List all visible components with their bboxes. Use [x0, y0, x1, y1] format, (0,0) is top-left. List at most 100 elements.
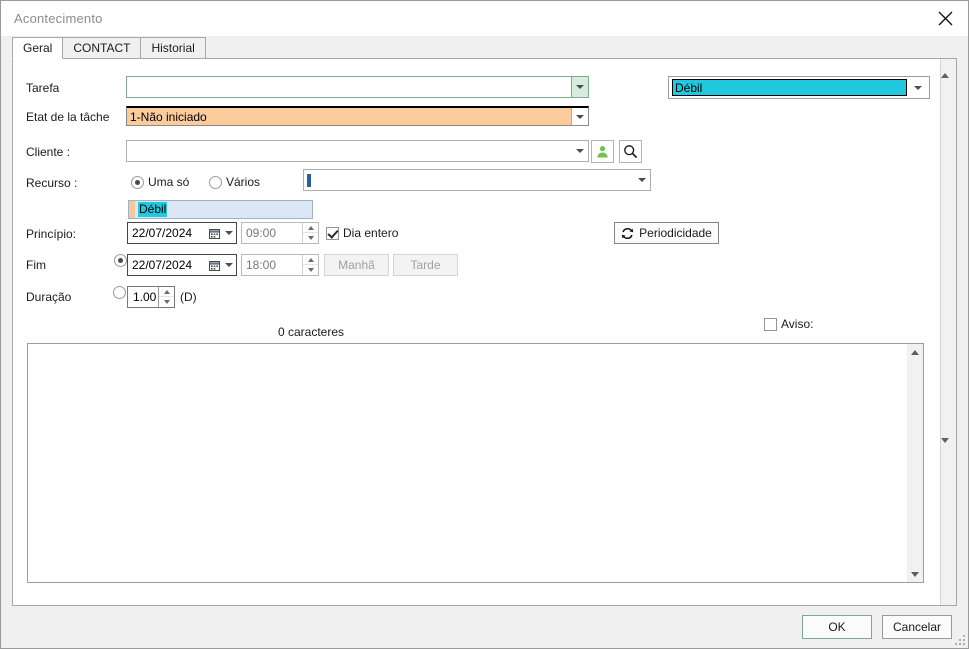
- estado-dropdown-icon[interactable]: [571, 108, 588, 125]
- chevron-down-icon: [911, 571, 919, 577]
- fim-time-input[interactable]: 18:00: [241, 254, 319, 276]
- dialog-scroll-down-button[interactable]: [941, 438, 956, 457]
- cancel-label: Cancelar: [892, 620, 942, 634]
- prioridade-combobox[interactable]: Débil: [668, 76, 930, 99]
- tab-historial[interactable]: Historial: [140, 37, 206, 59]
- recurso-input[interactable]: [303, 169, 651, 191]
- dia-entero-checkbox[interactable]: Dia entero: [326, 226, 398, 240]
- ok-label: OK: [828, 620, 846, 634]
- spinner-down-icon[interactable]: [303, 233, 318, 243]
- dia-entero-label: Dia entero: [343, 226, 399, 240]
- dialog-scrollbar[interactable]: [940, 59, 956, 605]
- tab-geral[interactable]: Geral: [12, 37, 64, 59]
- fim-radio[interactable]: [114, 254, 127, 267]
- search-contact-button[interactable]: [619, 140, 642, 163]
- fim-date-input[interactable]: 22/07/2024: [127, 254, 237, 276]
- tarde-label: Tarde: [410, 258, 441, 272]
- recurso-autocomplete-suggestion[interactable]: Débil: [128, 200, 313, 219]
- prioridade-value: Débil: [672, 79, 907, 96]
- notes-scroll-track[interactable]: [907, 360, 923, 566]
- principio-time-value: 09:00: [246, 226, 277, 240]
- chevron-down-icon: [576, 85, 584, 89]
- radio-indicator: [209, 175, 222, 189]
- spinner-up-icon[interactable]: [159, 287, 174, 297]
- cliente-dropdown-icon[interactable]: [571, 141, 588, 161]
- fim-time-spinner[interactable]: [302, 255, 318, 275]
- spinner-up-icon[interactable]: [303, 255, 318, 265]
- cliente-combobox[interactable]: [126, 140, 589, 162]
- refresh-icon: [621, 227, 634, 239]
- triangle-up-icon: [307, 225, 314, 230]
- recurso-dropdown-icon[interactable]: [633, 170, 650, 190]
- tarefa-dropdown-icon[interactable]: [571, 77, 588, 97]
- chevron-down-icon: [575, 149, 584, 153]
- notes-value[interactable]: [28, 344, 907, 582]
- scroll-down-button[interactable]: [907, 566, 923, 582]
- estado-combobox[interactable]: 1-Não iniciado: [126, 106, 589, 126]
- chevron-down-icon: [225, 231, 233, 235]
- duracao-radio[interactable]: [113, 286, 126, 299]
- chevron-down-icon: [225, 263, 233, 267]
- triangle-up-icon: [163, 289, 170, 294]
- chevron-down-icon: [914, 85, 922, 90]
- aviso-checkbox[interactable]: Aviso:: [764, 317, 813, 331]
- ok-button[interactable]: OK: [802, 615, 872, 639]
- recurso-radio-uma-so[interactable]: Uma só: [131, 175, 189, 189]
- character-counter: 0 caracteres: [278, 325, 345, 339]
- recurso-label: Recurso :: [26, 176, 78, 190]
- calendar-glyph: [208, 260, 220, 271]
- principio-time-input[interactable]: 09:00: [241, 222, 319, 244]
- triangle-up-icon: [307, 257, 314, 262]
- dialog-scroll-track[interactable]: [941, 73, 956, 443]
- recurso-radio-varios[interactable]: Vários: [209, 175, 260, 189]
- duracao-value: 1.00: [133, 290, 157, 304]
- close-icon[interactable]: [922, 1, 968, 35]
- fim-date-dropdown-icon[interactable]: [222, 255, 236, 275]
- tarde-button[interactable]: Tarde: [393, 254, 458, 276]
- tarefa-label: Tarefa: [26, 81, 60, 95]
- tarefa-combobox[interactable]: [126, 76, 589, 98]
- periodicidade-label: Periodicidade: [639, 226, 712, 240]
- chevron-up-icon: [911, 349, 919, 355]
- notes-scrollbar[interactable]: [907, 344, 923, 582]
- recurso-varios-label: Vários: [226, 175, 261, 189]
- resize-grip-icon[interactable]: [953, 633, 965, 645]
- title-bar: Acontecimento: [1, 1, 968, 36]
- recurso-value: [304, 173, 633, 188]
- estado-label: Etat de la tâche: [26, 110, 110, 124]
- scroll-up-button[interactable]: [907, 344, 923, 360]
- spinner-down-icon[interactable]: [303, 265, 318, 275]
- principio-date-input[interactable]: 22/07/2024: [127, 222, 237, 244]
- select-contact-button[interactable]: [591, 140, 614, 163]
- cancel-button[interactable]: Cancelar: [882, 615, 952, 639]
- periodicidade-button[interactable]: Periodicidade: [614, 222, 719, 244]
- calendar-icon[interactable]: [206, 228, 222, 239]
- cliente-label: Cliente :: [26, 145, 71, 159]
- prioridade-dropdown-icon[interactable]: [907, 77, 929, 98]
- dialog-window: Acontecimento Geral CONTACT Historial Ta…: [0, 0, 969, 649]
- principio-date-value: 22/07/2024: [132, 226, 193, 240]
- dialog-footer: OK Cancelar: [1, 606, 968, 648]
- notes-textarea[interactable]: [27, 343, 924, 583]
- chevron-down-icon: [941, 438, 949, 457]
- duracao-stepper[interactable]: 1.00: [127, 286, 175, 308]
- suggestion-text: Débil: [138, 202, 168, 217]
- triangle-down-icon: [163, 300, 170, 304]
- tab-panel-geral: Tarefa Débil Etat de la tâche 1-Não inic…: [12, 59, 957, 606]
- spinner-up-icon[interactable]: [303, 223, 318, 233]
- triangle-down-icon: [307, 236, 314, 240]
- calendar-icon[interactable]: [206, 260, 222, 271]
- person-icon: [597, 146, 608, 158]
- manha-button[interactable]: Manhã: [324, 254, 389, 276]
- principio-date-dropdown-icon[interactable]: [222, 223, 236, 243]
- tab-contact-label: CONTACT: [73, 41, 131, 55]
- dialog-scroll-thumb[interactable]: [941, 73, 956, 443]
- tab-contact[interactable]: CONTACT: [62, 37, 142, 59]
- dialog-scroll-up-button[interactable]: [941, 59, 956, 78]
- manha-label: Manhã: [338, 258, 375, 272]
- principio-label: Princípio:: [26, 227, 77, 241]
- duracao-spinner[interactable]: [158, 287, 174, 307]
- duracao-unit-label: (D): [180, 290, 197, 304]
- spinner-down-icon[interactable]: [159, 297, 174, 307]
- principio-time-spinner[interactable]: [302, 223, 318, 243]
